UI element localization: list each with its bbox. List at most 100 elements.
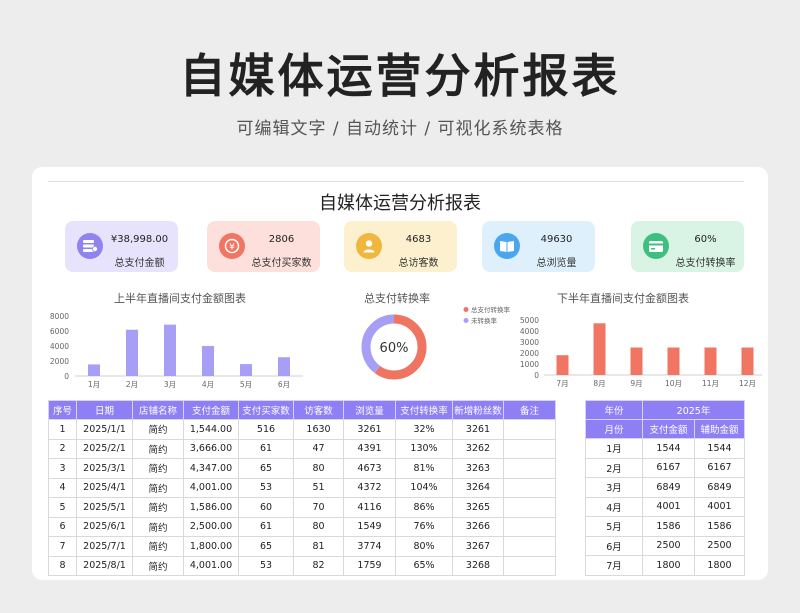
- table-cell[interactable]: 2025/1/1: [76, 419, 133, 440]
- table-cell[interactable]: 5: [48, 497, 77, 518]
- table-cell[interactable]: 1544: [642, 438, 695, 459]
- table-cell[interactable]: 2025/6/1: [76, 516, 133, 537]
- table-cell[interactable]: 1800: [694, 555, 745, 576]
- table-cell[interactable]: 5月: [585, 516, 643, 537]
- table-cell[interactable]: 53: [238, 477, 294, 498]
- table-cell[interactable]: 3774: [343, 536, 396, 557]
- table-cell[interactable]: 1544: [694, 438, 745, 459]
- table-cell[interactable]: 104%: [395, 477, 453, 498]
- table-cell[interactable]: 简约: [132, 516, 184, 537]
- table-cell[interactable]: 3264: [452, 477, 504, 498]
- table-cell[interactable]: 1,544.00: [183, 419, 239, 440]
- table-cell[interactable]: 4,001.00: [183, 477, 239, 498]
- table-cell[interactable]: [503, 458, 556, 479]
- table-cell[interactable]: 1,800.00: [183, 536, 239, 557]
- table-cell[interactable]: 4月: [585, 496, 643, 517]
- table-cell[interactable]: 简约: [132, 536, 184, 557]
- table-cell[interactable]: 1月: [585, 438, 643, 459]
- table-cell[interactable]: 3261: [452, 419, 504, 440]
- table-cell[interactable]: 3,666.00: [183, 438, 239, 459]
- table-cell[interactable]: 65%: [395, 555, 453, 576]
- table-cell[interactable]: 516: [238, 419, 294, 440]
- table-cell[interactable]: 60: [238, 497, 294, 518]
- table-cell[interactable]: 6167: [694, 457, 745, 478]
- table-cell[interactable]: 86%: [395, 497, 453, 518]
- table-cell[interactable]: 53: [238, 555, 294, 576]
- table-cell[interactable]: 6月: [585, 535, 643, 556]
- table-cell[interactable]: 70: [293, 497, 344, 518]
- table-cell[interactable]: [503, 516, 556, 537]
- table-cell[interactable]: 2025/7/1: [76, 536, 133, 557]
- table-cell[interactable]: 3266: [452, 516, 504, 537]
- table-cell[interactable]: 7月: [585, 555, 643, 576]
- table-cell[interactable]: 1586: [694, 516, 745, 537]
- table-cell[interactable]: [503, 419, 556, 440]
- table-cell[interactable]: 1759: [343, 555, 396, 576]
- table-cell[interactable]: 8: [48, 555, 77, 576]
- table-cell[interactable]: 80: [293, 516, 344, 537]
- table-cell[interactable]: 简约: [132, 438, 184, 459]
- table-cell[interactable]: 61: [238, 438, 294, 459]
- table-cell[interactable]: 4,347.00: [183, 458, 239, 479]
- table-cell[interactable]: 81: [293, 536, 344, 557]
- table-cell[interactable]: 7: [48, 536, 77, 557]
- table-cell[interactable]: 2: [48, 438, 77, 459]
- table-cell[interactable]: 47: [293, 438, 344, 459]
- table-cell[interactable]: 32%: [395, 419, 453, 440]
- table-cell[interactable]: 2,500.00: [183, 516, 239, 537]
- table-cell[interactable]: 1586: [642, 516, 695, 537]
- table-cell[interactable]: 3263: [452, 458, 504, 479]
- table-cell[interactable]: 65: [238, 536, 294, 557]
- table-cell[interactable]: 2月: [585, 457, 643, 478]
- table-cell[interactable]: 51: [293, 477, 344, 498]
- table-cell[interactable]: 4001: [694, 496, 745, 517]
- table-cell[interactable]: 65: [238, 458, 294, 479]
- table-cell[interactable]: 2025/4/1: [76, 477, 133, 498]
- table-cell[interactable]: 1549: [343, 516, 396, 537]
- table-cell[interactable]: 简约: [132, 555, 184, 576]
- table-cell[interactable]: 2025/2/1: [76, 438, 133, 459]
- table-cell[interactable]: 1800: [642, 555, 695, 576]
- table-cell[interactable]: 80%: [395, 536, 453, 557]
- table-cell[interactable]: 130%: [395, 438, 453, 459]
- table-cell[interactable]: 2025/3/1: [76, 458, 133, 479]
- table-cell[interactable]: 3月: [585, 477, 643, 498]
- table-cell[interactable]: 6: [48, 516, 77, 537]
- table-cell[interactable]: 6849: [694, 477, 745, 498]
- table-cell[interactable]: 4: [48, 477, 77, 498]
- table-cell[interactable]: 2025/5/1: [76, 497, 133, 518]
- table-cell[interactable]: 1,586.00: [183, 497, 239, 518]
- table-cell[interactable]: 3268: [452, 555, 504, 576]
- table-cell[interactable]: 3265: [452, 497, 504, 518]
- table-cell[interactable]: 1: [48, 419, 77, 440]
- table-cell[interactable]: 4673: [343, 458, 396, 479]
- table-cell[interactable]: 1630: [293, 419, 344, 440]
- table-cell[interactable]: [503, 438, 556, 459]
- table-cell[interactable]: [503, 536, 556, 557]
- table-cell[interactable]: 简约: [132, 477, 184, 498]
- table-cell[interactable]: 80: [293, 458, 344, 479]
- table-cell[interactable]: 82: [293, 555, 344, 576]
- table-cell[interactable]: [503, 497, 556, 518]
- table-cell[interactable]: 4391: [343, 438, 396, 459]
- table-cell[interactable]: 3261: [343, 419, 396, 440]
- table-cell[interactable]: 6849: [642, 477, 695, 498]
- table-cell[interactable]: 81%: [395, 458, 453, 479]
- table-cell[interactable]: 61: [238, 516, 294, 537]
- table-cell[interactable]: 简约: [132, 419, 184, 440]
- table-cell[interactable]: 2025/8/1: [76, 555, 133, 576]
- table-cell[interactable]: 3262: [452, 438, 504, 459]
- table-cell[interactable]: [503, 555, 556, 576]
- table-cell[interactable]: 简约: [132, 497, 184, 518]
- table-cell[interactable]: 6167: [642, 457, 695, 478]
- table-cell[interactable]: 3267: [452, 536, 504, 557]
- table-cell[interactable]: 3: [48, 458, 77, 479]
- table-cell[interactable]: 76%: [395, 516, 453, 537]
- table-cell[interactable]: 2500: [642, 535, 695, 556]
- table-cell[interactable]: 4001: [642, 496, 695, 517]
- table-cell[interactable]: 4,001.00: [183, 555, 239, 576]
- table-cell[interactable]: 简约: [132, 458, 184, 479]
- table-cell[interactable]: [503, 477, 556, 498]
- table-cell[interactable]: 4116: [343, 497, 396, 518]
- table-cell[interactable]: 4372: [343, 477, 396, 498]
